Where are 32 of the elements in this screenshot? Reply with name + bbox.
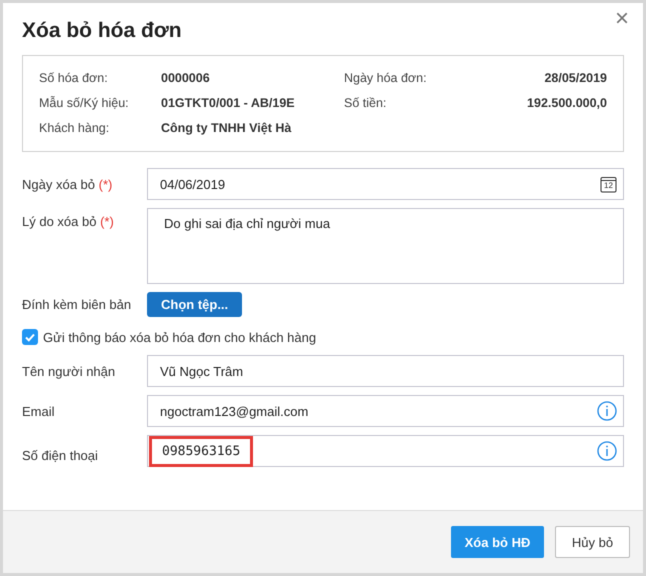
date-field[interactable]: 04/06/2019 12: [147, 168, 624, 200]
dialog-title: Xóa bỏ hóa đơn: [22, 19, 183, 43]
info-value: Công ty TNHH Việt Hà: [161, 121, 292, 135]
info-value: 28/05/2019: [543, 71, 607, 85]
cancel-button[interactable]: Hủy bỏ: [555, 526, 630, 558]
info-label: Mẫu số/Ký hiệu:: [39, 96, 130, 110]
field-label: Email: [22, 404, 56, 418]
info-value: 0000006: [161, 71, 211, 85]
checkbox[interactable]: [22, 329, 38, 345]
field-label: Số điện thoại: [22, 446, 99, 462]
info-icon[interactable]: [597, 441, 617, 461]
text-field[interactable]: Vũ Ngọc Trâm: [147, 355, 624, 387]
info-value: 01GTKT0/001 - AB/19E: [161, 96, 296, 110]
info-label: Ngày hóa đơn:: [344, 71, 428, 85]
text-field[interactable]: 0985963165: [147, 435, 624, 467]
info-label: Số tiền:: [344, 96, 388, 110]
checkbox-label: Gửi thông báo xóa bỏ hóa đơn cho khách hàng: [43, 330, 316, 344]
field-label: Tên người nhận: [22, 364, 116, 378]
text-field[interactable]: ngoctram123@gmail.com: [147, 395, 624, 427]
calendar-icon[interactable]: 12: [600, 176, 617, 192]
reason-field[interactable]: Do ghi sai địa chỉ người mua: [147, 208, 624, 284]
info-label: Số hóa đơn:: [39, 71, 109, 85]
info-label: Khách hàng:: [39, 121, 110, 135]
field-label: Ngày xóa bỏ (*): [22, 176, 114, 192]
choose-file-button[interactable]: Chọn tệp...: [147, 292, 242, 317]
field-label: Đính kèm biên bản: [22, 297, 132, 312]
highlighted-value: 0985963165: [149, 436, 254, 467]
check-icon: [24, 331, 36, 343]
info-value: 192.500.000,0: [527, 96, 607, 110]
field-label: Lý do xóa bỏ (*): [22, 213, 115, 229]
info-icon[interactable]: [597, 401, 617, 421]
close-button[interactable]: ×: [610, 7, 633, 31]
